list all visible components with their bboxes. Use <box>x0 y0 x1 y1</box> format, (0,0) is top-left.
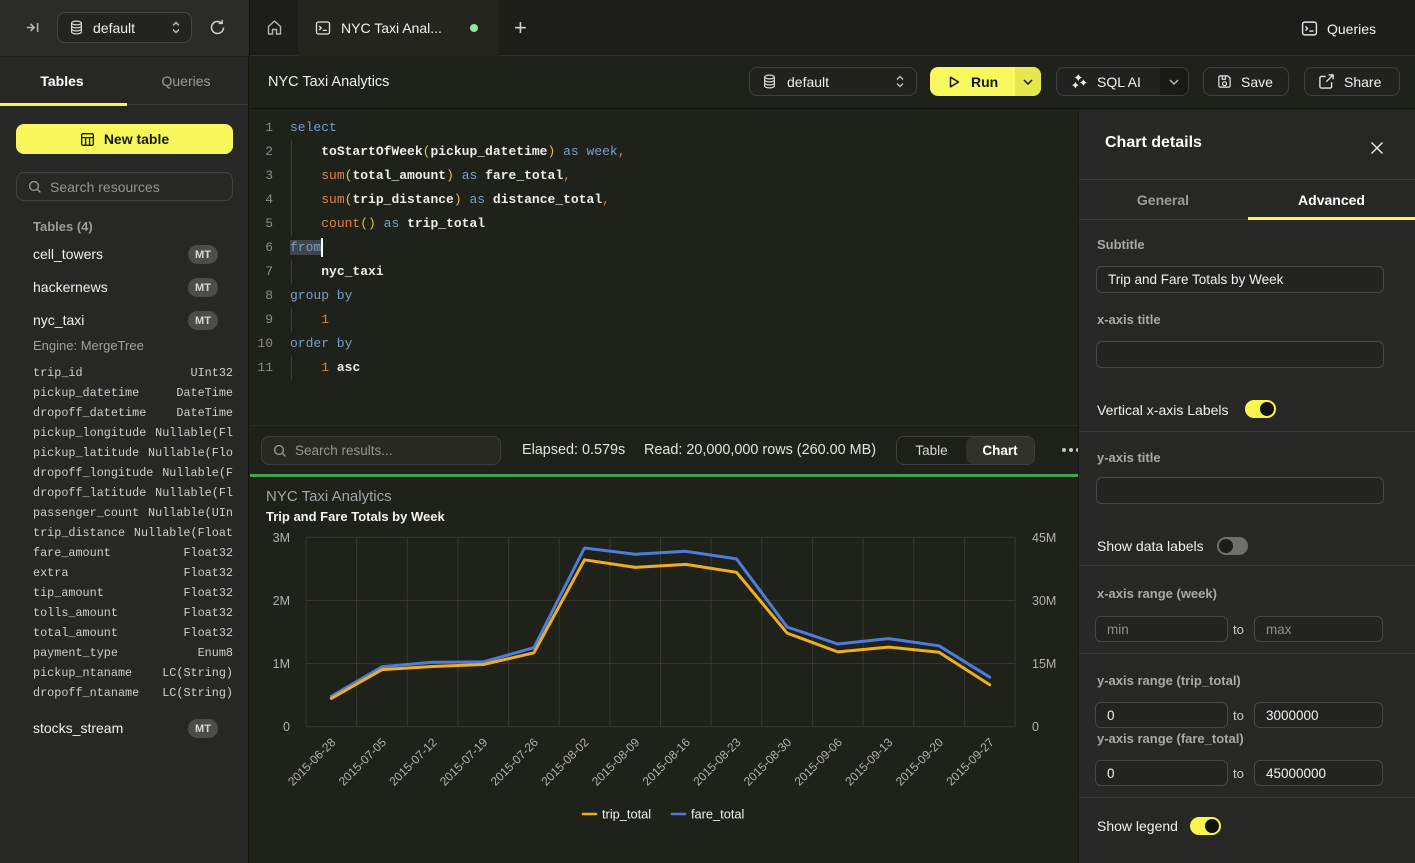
svg-text:2015-08-30: 2015-08-30 <box>741 735 795 789</box>
svg-text:trip_total: trip_total <box>602 807 651 822</box>
svg-text:2015-09-20: 2015-09-20 <box>893 735 947 789</box>
svg-text:fare_total: fare_total <box>691 807 744 822</box>
svg-text:2015-07-05: 2015-07-05 <box>336 735 390 789</box>
svg-text:2015-07-19: 2015-07-19 <box>437 735 491 789</box>
svg-text:2015-08-23: 2015-08-23 <box>690 735 744 789</box>
svg-text:2015-09-06: 2015-09-06 <box>792 735 846 789</box>
svg-text:2015-09-13: 2015-09-13 <box>842 735 896 789</box>
svg-text:2015-09-27: 2015-09-27 <box>944 735 998 789</box>
svg-text:1M: 1M <box>273 657 290 671</box>
svg-text:2015-07-26: 2015-07-26 <box>488 735 542 789</box>
svg-text:3M: 3M <box>273 531 290 545</box>
svg-text:15M: 15M <box>1032 657 1056 671</box>
svg-text:2015-08-16: 2015-08-16 <box>640 735 694 789</box>
svg-text:0: 0 <box>283 720 290 734</box>
svg-text:0: 0 <box>1032 720 1039 734</box>
svg-text:2015-08-02: 2015-08-02 <box>538 735 592 789</box>
svg-text:2M: 2M <box>273 594 290 608</box>
svg-text:2015-08-09: 2015-08-09 <box>589 735 643 789</box>
svg-text:30M: 30M <box>1032 594 1056 608</box>
svg-text:2015-06-28: 2015-06-28 <box>285 735 339 789</box>
svg-text:45M: 45M <box>1032 531 1056 545</box>
svg-text:2015-07-12: 2015-07-12 <box>386 735 440 789</box>
